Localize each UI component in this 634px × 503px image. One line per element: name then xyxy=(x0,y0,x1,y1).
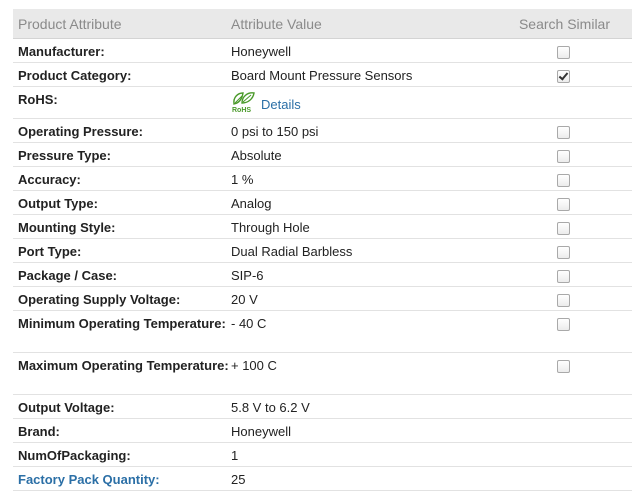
header-attribute-value: Attribute Value xyxy=(231,15,322,32)
attribute-value: Honeywell xyxy=(231,44,291,59)
attribute-label: Operating Supply Voltage: xyxy=(18,292,181,307)
attribute-label: Accuracy: xyxy=(18,172,81,187)
product-attributes-table: Product Attribute Attribute Value Search… xyxy=(13,9,632,491)
table-row: Minimum Operating Temperature: - 40 C xyxy=(13,311,632,353)
attribute-label: Product Category: xyxy=(18,68,132,83)
attribute-label: Package / Case: xyxy=(18,268,118,283)
search-similar-checkbox[interactable] xyxy=(557,126,570,139)
table-row: Manufacturer: Honeywell xyxy=(13,39,632,63)
attribute-value: Through Hole xyxy=(231,220,310,235)
attribute-value: 1 % xyxy=(231,172,254,187)
table-row: Package / Case: SIP-6 xyxy=(13,263,632,287)
table-row: Output Type: Analog xyxy=(13,191,632,215)
table-row: NumOfPackaging: 1 xyxy=(13,443,632,467)
attribute-label: Mounting Style: xyxy=(18,220,116,235)
table-row: Pressure Type: Absolute xyxy=(13,143,632,167)
attribute-label: Port Type: xyxy=(18,244,82,259)
attribute-label: Maximum Operating Temperature: xyxy=(18,358,229,373)
search-similar-checkbox[interactable] xyxy=(557,198,570,211)
attribute-label: Minimum Operating Temperature: xyxy=(18,316,226,331)
table-row: Operating Supply Voltage: 20 V xyxy=(13,287,632,311)
attribute-value: 0 psi to 150 psi xyxy=(231,124,319,139)
table-row: Factory Pack Quantity: 25 xyxy=(13,467,632,491)
table-row: Brand: Honeywell xyxy=(13,419,632,443)
svg-text:RoHS: RoHS xyxy=(232,107,251,114)
table-row: Maximum Operating Temperature: + 100 C xyxy=(13,353,632,395)
rohs-leaf-icon: RoHS xyxy=(231,90,257,114)
search-similar-checkbox[interactable] xyxy=(557,360,570,373)
header-search-similar: Search Similar xyxy=(518,15,610,32)
search-similar-checkbox[interactable] xyxy=(557,318,570,331)
attribute-label: RoHS: xyxy=(18,92,58,107)
attribute-value: 1 xyxy=(231,448,239,463)
attribute-label: Output Voltage: xyxy=(18,400,115,415)
attribute-label: Operating Pressure: xyxy=(18,124,143,139)
search-similar-checkbox[interactable] xyxy=(557,222,570,235)
search-similar-checkbox[interactable] xyxy=(557,150,570,163)
attribute-label: Manufacturer: xyxy=(18,44,105,59)
search-similar-checkbox[interactable] xyxy=(557,270,570,283)
table-row: Output Voltage: 5.8 V to 6.2 V xyxy=(13,395,632,419)
factory-pack-quantity-link[interactable]: Factory Pack Quantity: xyxy=(13,467,231,490)
attribute-value: Dual Radial Barbless xyxy=(231,244,353,259)
attribute-label: NumOfPackaging: xyxy=(18,448,131,463)
attribute-value: Analog xyxy=(231,196,272,211)
table-row: RoHS: RoHS Details xyxy=(13,87,632,119)
search-similar-checkbox[interactable] xyxy=(557,70,570,83)
search-similar-checkbox[interactable] xyxy=(557,246,570,259)
table-row: Product Category: Board Mount Pressure S… xyxy=(13,63,632,87)
attribute-label: Pressure Type: xyxy=(18,148,111,163)
table-row: Port Type: Dual Radial Barbless xyxy=(13,239,632,263)
attribute-value: + 100 C xyxy=(231,358,277,373)
table-row: Operating Pressure: 0 psi to 150 psi xyxy=(13,119,632,143)
table-header: Product Attribute Attribute Value Search… xyxy=(13,9,632,39)
attribute-value: 25 xyxy=(231,472,246,487)
rohs-details-link[interactable]: Details xyxy=(261,96,301,114)
search-similar-checkbox[interactable] xyxy=(557,46,570,59)
table-row: Mounting Style: Through Hole xyxy=(13,215,632,239)
attribute-value: 20 V xyxy=(231,292,258,307)
attribute-label: Output Type: xyxy=(18,196,98,211)
search-similar-checkbox[interactable] xyxy=(557,294,570,307)
attribute-value: - 40 C xyxy=(231,316,267,331)
attribute-value: Board Mount Pressure Sensors xyxy=(231,68,413,83)
table-row: Accuracy: 1 % xyxy=(13,167,632,191)
attribute-label: Brand: xyxy=(18,424,60,439)
attribute-value: Honeywell xyxy=(231,424,291,439)
attribute-value: Absolute xyxy=(231,148,282,163)
attribute-value: SIP-6 xyxy=(231,268,264,283)
attribute-value: 5.8 V to 6.2 V xyxy=(231,400,310,415)
search-similar-checkbox[interactable] xyxy=(557,174,570,187)
header-product-attribute: Product Attribute xyxy=(18,15,122,32)
